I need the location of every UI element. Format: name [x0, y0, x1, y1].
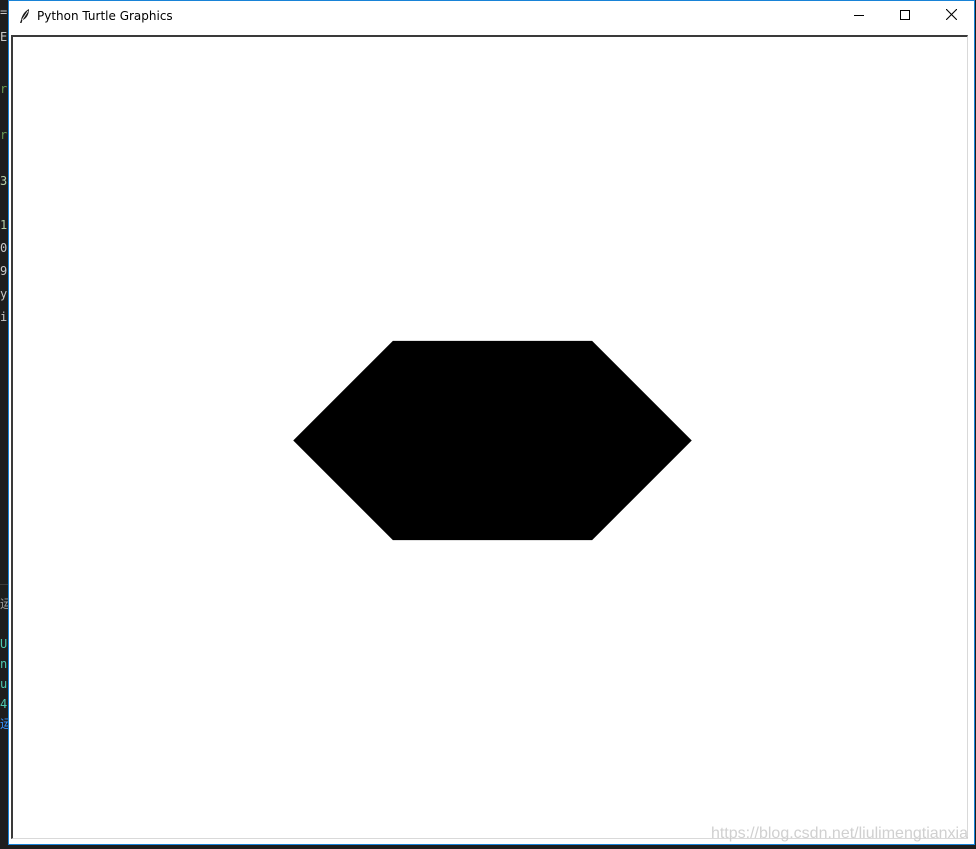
- window-title: Python Turtle Graphics: [37, 9, 173, 23]
- feather-icon: [18, 8, 32, 24]
- minimize-button[interactable]: [836, 1, 882, 31]
- turtle-window: Python Turtle Graphics: [8, 0, 975, 845]
- close-icon: [945, 7, 957, 25]
- title-bar[interactable]: Python Turtle Graphics: [9, 1, 974, 31]
- turtle-canvas-frame: [11, 35, 968, 839]
- watermark-text: https://blog.csdn.net/liulimengtianxia: [710, 825, 968, 842]
- maximize-button[interactable]: [882, 1, 928, 31]
- close-button[interactable]: [928, 1, 974, 31]
- minimize-icon: [854, 7, 864, 25]
- turtle-canvas[interactable]: [13, 37, 967, 838]
- hexagon-shape: [293, 340, 692, 541]
- maximize-icon: [900, 7, 910, 25]
